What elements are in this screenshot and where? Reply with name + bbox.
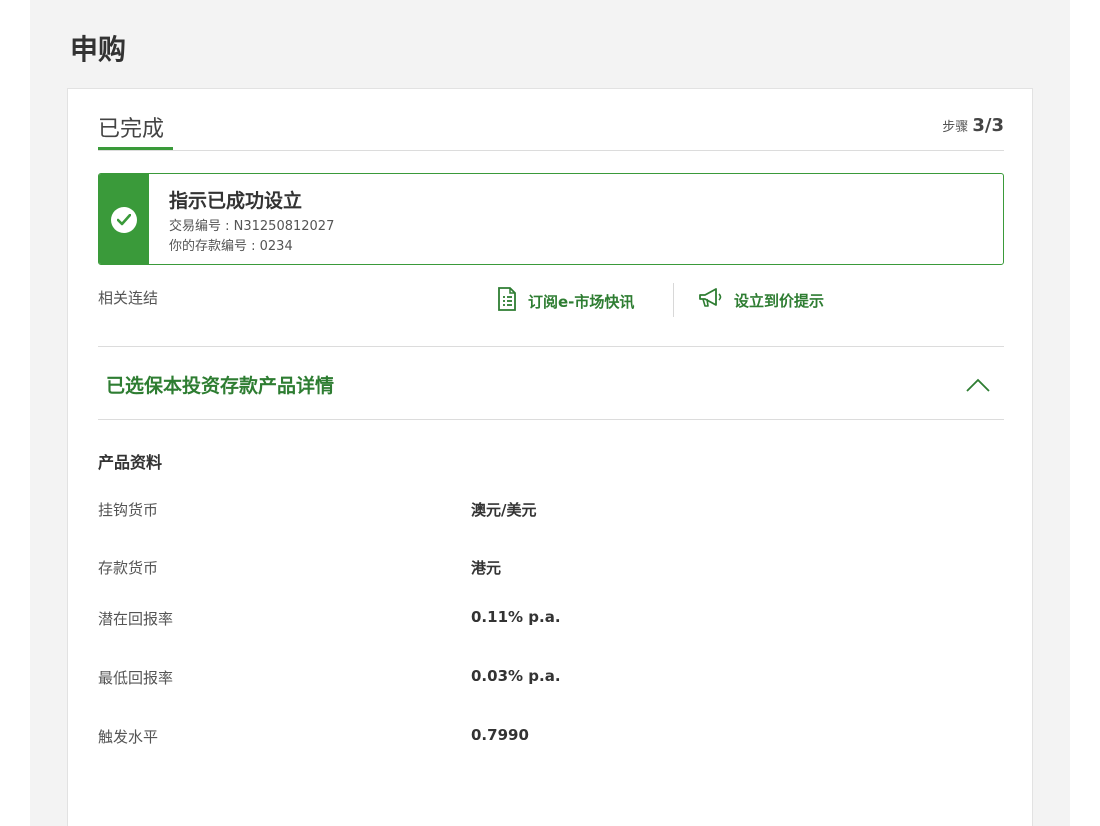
step-indicator-prefix: 步骤 bbox=[942, 120, 969, 135]
subscribe-market-news-link[interactable]: 订阅e-市场快讯 bbox=[496, 287, 634, 315]
check-circle-icon bbox=[111, 207, 137, 233]
step-indicator-value: 3/3 bbox=[972, 115, 1004, 136]
success-message: 指示已成功设立 交易编号 : N31250812027 你的存款编号 : 023… bbox=[98, 173, 1004, 265]
deposit-currency-value: 港元 bbox=[471, 559, 502, 577]
trigger-level-label: 触发水平 bbox=[98, 728, 159, 746]
content-card: 已完成 步骤 3/3 指示已成功设立 交易编号 : N31250812027 你… bbox=[67, 88, 1033, 826]
step-title: 已完成 bbox=[98, 117, 165, 142]
chevron-up-icon[interactable] bbox=[966, 377, 990, 396]
linked-currency-label: 挂钩货币 bbox=[98, 501, 159, 519]
linked-currency-value: 澳元/美元 bbox=[471, 501, 537, 519]
set-price-alert-link[interactable]: 设立到价提示 bbox=[698, 287, 824, 313]
step-indicator: 步骤 3/3 bbox=[942, 115, 1004, 136]
minimum-return-label: 最低回报率 bbox=[98, 669, 174, 687]
trigger-level-value: 0.7990 bbox=[471, 726, 529, 744]
product-info-title: 产品资料 bbox=[98, 453, 163, 472]
minimum-return-value: 0.03% p.a. bbox=[471, 667, 561, 685]
product-details-accordion[interactable]: 已选保本投资存款产品详情 bbox=[98, 346, 1004, 420]
link-divider bbox=[673, 283, 674, 317]
step-underline bbox=[98, 147, 173, 150]
deposit-number: 你的存款编号 : 0234 bbox=[169, 239, 293, 254]
section-title: 已选保本投资存款产品详情 bbox=[106, 375, 335, 397]
subscribe-market-news-label: 订阅e-市场快讯 bbox=[528, 292, 635, 311]
transaction-number: 交易编号 : N31250812027 bbox=[169, 219, 335, 234]
potential-return-value: 0.11% p.a. bbox=[471, 608, 561, 626]
set-price-alert-label: 设立到价提示 bbox=[734, 291, 825, 310]
success-side-bar bbox=[99, 174, 149, 264]
document-icon bbox=[496, 287, 518, 315]
deposit-currency-label: 存款货币 bbox=[98, 559, 159, 577]
megaphone-icon bbox=[698, 287, 724, 313]
step-header: 已完成 步骤 3/3 bbox=[98, 89, 1004, 151]
related-links-label: 相关连结 bbox=[98, 289, 159, 307]
page-title: 申购 bbox=[70, 33, 127, 66]
success-title: 指示已成功设立 bbox=[169, 190, 303, 212]
potential-return-label: 潜在回报率 bbox=[98, 610, 174, 628]
